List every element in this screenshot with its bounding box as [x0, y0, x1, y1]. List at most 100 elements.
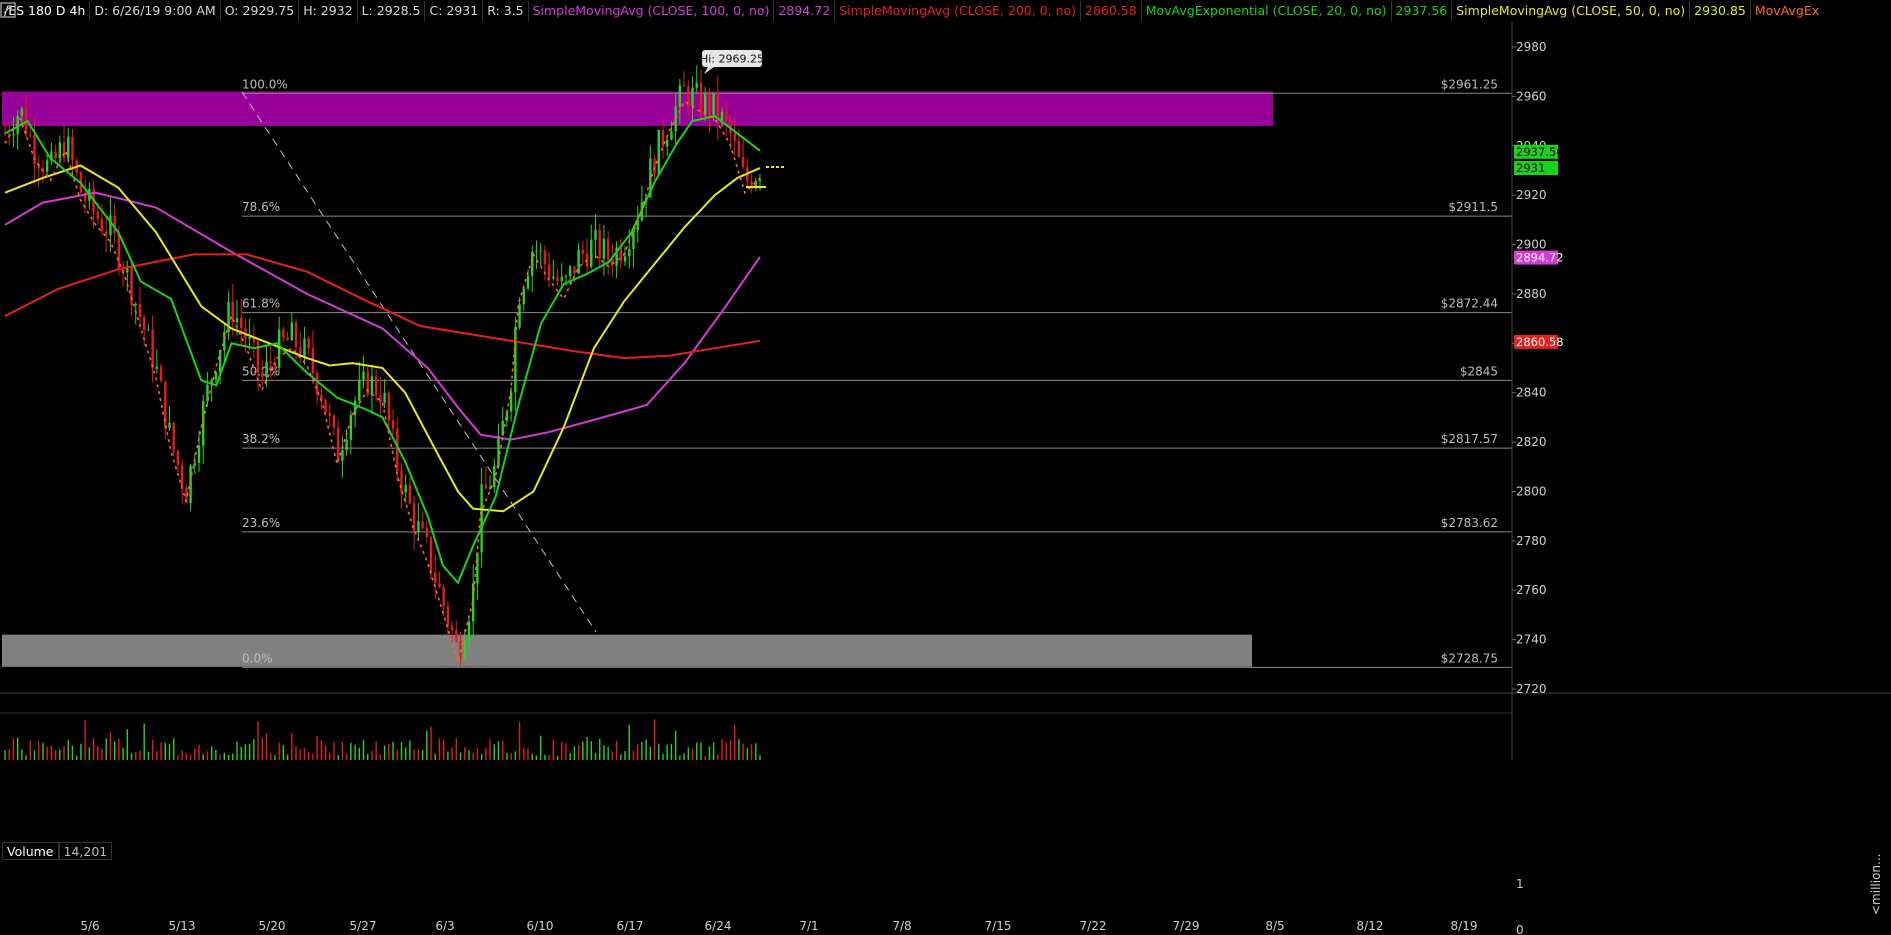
candle-body: [682, 85, 686, 87]
candle-body: [113, 215, 116, 234]
candle-body: [151, 329, 154, 369]
candle-body: [248, 336, 251, 339]
candle-body: [189, 465, 192, 504]
candle-body: [12, 134, 15, 136]
y-tick-label: 2920: [1516, 188, 1547, 202]
candle-body: [438, 582, 441, 588]
candle-body: [324, 399, 327, 413]
candle-body: [674, 106, 677, 132]
x-tick-label: 5/13: [169, 919, 196, 933]
x-tick-label: 5/27: [350, 919, 377, 933]
candle-body: [67, 136, 70, 159]
y-tick-label: 2900: [1516, 238, 1547, 252]
price-bubble-label: 2860.58: [1516, 335, 1564, 349]
candle-body: [223, 331, 226, 351]
candle-body: [442, 587, 445, 607]
candle-body: [109, 215, 112, 236]
volume-axis-label: <million...: [1869, 854, 1883, 915]
x-tick-label: 6/17: [617, 919, 644, 933]
candle-body: [560, 276, 563, 282]
candle-body: [159, 366, 163, 382]
candle-body: [180, 464, 184, 488]
candle-body: [429, 537, 433, 573]
y-tick-label: 2760: [1516, 583, 1547, 597]
candle-body: [455, 630, 458, 641]
hi-annotation-label: Hi: 2969.25: [700, 53, 764, 66]
candle-body: [345, 439, 348, 451]
candle-body: [606, 238, 610, 260]
fib-pct-label: 0.0%: [242, 651, 273, 665]
price-chart[interactable]: 100.0% $2961.2578.6% $2911.561.8% $2872.445…: [0, 0, 1891, 935]
candle-body: [202, 401, 205, 446]
x-tick-label: 7/15: [985, 919, 1012, 933]
candle-body: [463, 641, 466, 659]
volume-title: Volume: [2, 842, 59, 860]
candle-body: [691, 87, 694, 107]
y-tick-label: 2720: [1516, 682, 1547, 696]
candle-body: [374, 376, 378, 396]
candle-body: [142, 317, 146, 331]
y-tick-label: 2800: [1516, 484, 1547, 498]
x-tick-label: 8/19: [1451, 919, 1478, 933]
series-ema-8: [4, 100, 761, 665]
candle-body: [290, 322, 294, 341]
fib-pct-label: 61.8%: [242, 297, 280, 311]
candle-body: [598, 229, 601, 259]
candle-body: [349, 415, 353, 440]
x-tick-label: 7/8: [892, 919, 911, 933]
candle-body: [678, 85, 682, 107]
y-tick-label: 2960: [1516, 89, 1547, 103]
fib-pct-label: 78.6%: [242, 200, 280, 214]
x-tick-label: 6/10: [527, 919, 554, 933]
candle-body: [421, 521, 424, 528]
fib-price-label: $2872.44: [1441, 297, 1498, 311]
y-tick-label: 2840: [1516, 386, 1547, 400]
candle-body: [96, 211, 99, 220]
candle-body: [526, 275, 530, 289]
candle-body: [58, 142, 62, 159]
candle-body: [117, 233, 121, 269]
candle-body: [315, 373, 319, 395]
x-tick-label: 6/24: [705, 919, 732, 933]
candle-body: [708, 93, 711, 115]
support-zone: [2, 634, 1252, 667]
fib-price-label: $2911.5: [1448, 200, 1498, 214]
candle-body: [467, 621, 471, 642]
candle-body: [543, 250, 547, 265]
candle-body: [568, 266, 572, 277]
x-tick-label: 5/20: [259, 919, 286, 933]
y-tick-label: 2740: [1516, 633, 1547, 647]
candle-body: [712, 92, 715, 115]
x-tick-label: 6/3: [435, 919, 454, 933]
fib-price-label: $2728.75: [1441, 651, 1498, 665]
x-tick-label: 8/12: [1357, 919, 1384, 933]
x-tick-label: 7/29: [1173, 919, 1200, 933]
candle-body: [387, 393, 391, 421]
candle-body: [172, 422, 175, 451]
candle-body: [657, 129, 660, 175]
candle-body: [400, 470, 403, 493]
candle-body: [261, 372, 264, 378]
candle-body: [138, 303, 142, 318]
candle-body: [493, 465, 496, 488]
candle-body: [294, 322, 298, 347]
candle-body: [741, 156, 745, 168]
candle-body: [168, 422, 171, 428]
volume-tick-label: 0: [1516, 923, 1524, 935]
candle-body: [417, 521, 420, 533]
candle-body: [29, 134, 32, 136]
candle-body: [286, 337, 289, 341]
candle-body: [45, 160, 49, 172]
candle-body: [535, 250, 538, 252]
candle-body: [370, 376, 374, 395]
candle-body: [240, 317, 243, 329]
volume-tick-label: 1: [1516, 877, 1524, 891]
fib-price-label: $2783.62: [1441, 516, 1498, 530]
candle-body: [446, 606, 450, 626]
candle-body: [509, 392, 513, 412]
candle-body: [404, 484, 407, 493]
candle-body: [265, 361, 268, 378]
price-bubble-label: 2894.72: [1516, 251, 1564, 265]
series-sma-100: [4, 191, 761, 441]
fib-pct-label: 38.2%: [242, 432, 280, 446]
